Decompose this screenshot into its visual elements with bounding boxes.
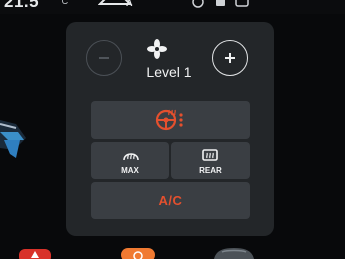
climate-panel: Level 1 MAX REAR A/C: [66, 22, 274, 236]
car-icon[interactable]: A: [98, 0, 138, 8]
signal-icon: [216, 0, 225, 6]
max-defrost-label: MAX: [121, 166, 139, 175]
svg-text:A: A: [126, 0, 133, 8]
car-side-graphic: [0, 120, 26, 158]
fan-increase-button[interactable]: [212, 40, 248, 76]
ac-button[interactable]: A/C: [91, 182, 250, 219]
status-bar: 21.5 °C A: [0, 0, 345, 14]
outside-temperature: 21.5: [4, 0, 40, 11]
rear-defrost-button[interactable]: REAR: [171, 142, 250, 179]
rear-defrost-icon: [202, 149, 218, 161]
car-app-icon[interactable]: [210, 243, 258, 259]
heated-seat-steering-button[interactable]: [91, 101, 250, 139]
alert-app-icon[interactable]: [19, 247, 51, 259]
sync-icon: [192, 0, 204, 8]
orange-app-icon[interactable]: [121, 246, 155, 259]
temperature-unit: °C: [58, 0, 69, 6]
bottom-dock: [0, 240, 345, 259]
heated-steering-seat-icon: [155, 109, 183, 131]
rear-defrost-label: REAR: [199, 166, 222, 175]
ac-label: A/C: [158, 193, 183, 208]
fan-icon: [147, 39, 167, 59]
plus-icon: [225, 53, 235, 63]
front-defrost-icon: [123, 153, 139, 161]
max-defrost-button[interactable]: MAX: [91, 142, 169, 179]
menu-icon: [235, 0, 249, 7]
status-icons: [192, 0, 249, 8]
